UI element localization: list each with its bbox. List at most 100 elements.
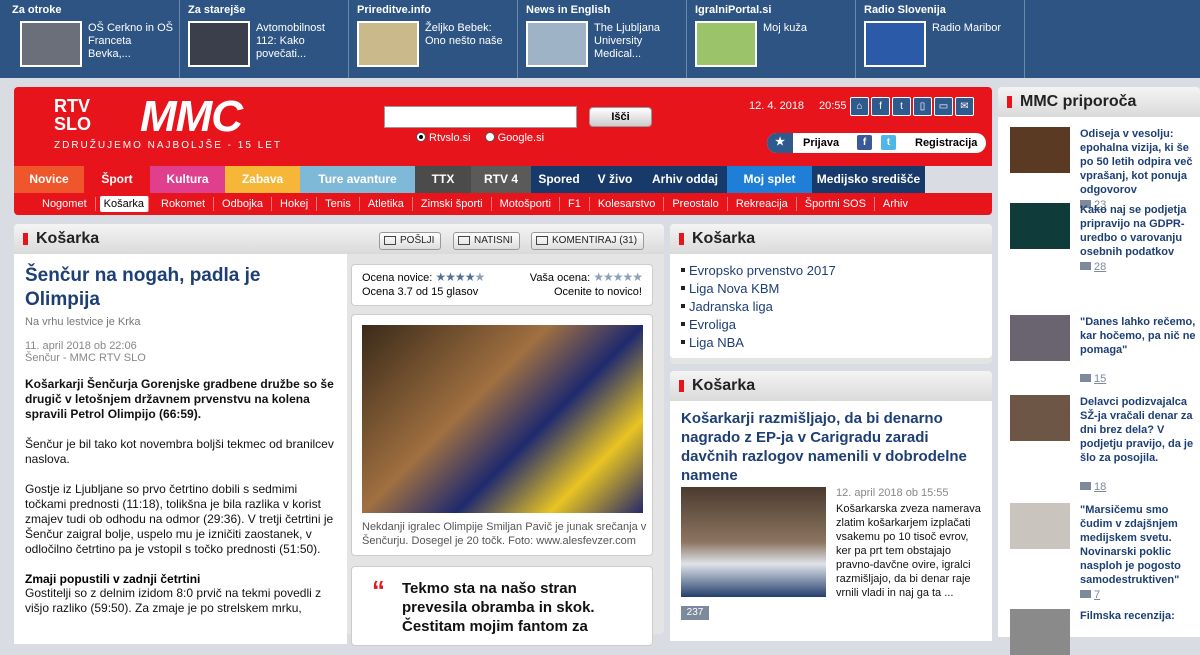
news-title[interactable]: Košarkarji razmišljajo, da bi denarno na… [681,409,981,485]
portal-item-text[interactable]: The Ljubljana University Medical... [594,22,682,61]
link-item[interactable]: Liga Nova KBM [681,280,981,298]
portal-item-text[interactable]: OŠ Cerkno in OŠ Franceta Bevka,... [88,22,176,61]
recommend-comment-count[interactable]: 7 [1080,589,1100,601]
news-photo[interactable] [681,487,826,597]
nav-item[interactable]: Šport [84,166,150,193]
portal-item[interactable]: News in English The Ljubljana University… [518,0,687,78]
subnav-item[interactable]: Tenis [317,197,360,211]
link-item[interactable]: Liga NBA [681,334,981,352]
portal-item[interactable]: Za otroke OŠ Cerkno in OŠ Franceta Bevka… [0,0,180,78]
portal-thumbnail[interactable] [526,21,588,67]
mmc-logo[interactable]: MMC [140,95,243,139]
portal-thumbnail[interactable] [864,21,926,67]
nav-item[interactable]: Kultura [150,166,225,193]
nav-item[interactable]: Novice [14,166,84,193]
nav-item[interactable]: Arhiv oddaj [643,166,727,193]
portal-item[interactable]: Prireditve.info Željko Bebek: Ono nešto … [349,0,518,78]
subnav-item[interactable]: Kolesarstvo [590,197,665,211]
send-button[interactable]: POŠLJI [379,232,442,250]
your-rating-stars[interactable]: ★★★★★ [593,270,643,284]
nav-item[interactable]: Ture avanture [300,166,415,193]
search-input[interactable] [384,106,577,128]
recommend-thumbnail[interactable] [1010,609,1070,655]
subnav-item[interactable]: Preostalo [664,197,728,211]
nav-item[interactable]: Moj splet [727,166,812,193]
recommend-comment-count[interactable]: 28 [1080,261,1106,273]
rtv-slo-logo[interactable]: RTV SLO [54,97,91,133]
portal-item-title[interactable]: Za otroke [12,4,179,19]
portal-thumbnail[interactable] [695,21,757,67]
subnav-item[interactable]: Športni SOS [797,197,875,211]
recommend-thumbnail[interactable] [1010,127,1070,173]
portal-item[interactable]: IgralniPortal.si Moj kuža [687,0,856,78]
home-icon[interactable]: ⌂ [850,97,869,116]
facebook-icon[interactable]: f [871,97,890,116]
facebook-login-icon[interactable]: f [857,135,872,150]
portal-item-title[interactable]: Prireditve.info [357,4,517,19]
portal-item[interactable]: Za starejše Avtomobilnost 112: Kako pove… [180,0,349,78]
search-button[interactable]: Išči [589,107,652,127]
recommend-comment-count[interactable]: 15 [1080,373,1106,385]
portal-thumbnail[interactable] [188,21,250,67]
recommend-title[interactable]: Delavci podizvajalca SŽ-ja vračali denar… [1080,395,1198,465]
comment-icon [1080,374,1091,382]
portal-thumbnail[interactable] [20,21,82,67]
portal-item-title[interactable]: IgralniPortal.si [695,4,855,19]
recommend-comment-count[interactable]: 18 [1080,481,1106,493]
subnav-item[interactable]: F1 [560,197,590,211]
recommend-title[interactable]: Odiseja v vesolju: epohalna vizija, ki š… [1080,127,1198,197]
portal-item-text[interactable]: Radio Maribor [932,22,1020,35]
login-link[interactable]: Prijava [803,137,839,149]
comment-count-badge[interactable]: 237 [681,606,709,620]
portal-item-text[interactable]: Željko Bebek: Ono nešto naše [425,22,513,48]
nav-item[interactable]: V živo [587,166,643,193]
portal-thumbnail[interactable] [357,21,419,67]
recommend-title[interactable]: "Danes lahko rečemo, kar hočemo, pa nič … [1080,315,1198,357]
link-item[interactable]: Evropsko prvenstvo 2017 [681,262,981,280]
print-button[interactable]: NATISNI [453,232,520,250]
twitter-login-icon[interactable]: t [881,135,896,150]
tv-icon[interactable]: ▭ [934,97,953,116]
article-photo[interactable] [362,325,643,513]
radio-rtvslo[interactable]: Rtvslo.si [416,132,471,144]
recommend-thumbnail[interactable] [1010,315,1070,361]
portal-item[interactable]: Radio Slovenija Radio Maribor [856,0,1025,78]
portal-item-title[interactable]: Za starejše [188,4,348,19]
subnav-item[interactable]: Arhiv [875,197,916,211]
radio-google[interactable]: Google.si [484,132,544,144]
recommend-thumbnail[interactable] [1010,503,1070,549]
subnav-item[interactable]: Zimski športi [413,197,492,211]
nav-item[interactable]: TTX [415,166,471,193]
nav-item[interactable]: Zabava [225,166,300,193]
twitter-icon[interactable]: t [892,97,911,116]
mobile-icon[interactable]: ▯ [913,97,932,116]
nav-item[interactable]: Medijsko središče [812,166,925,193]
recommend-title[interactable]: Filmska recenzija: [1080,609,1198,623]
recommend-thumbnail[interactable] [1010,203,1070,249]
subnav-item[interactable]: Rokomet [153,197,215,211]
register-link[interactable]: Registracija [915,137,977,149]
portal-item-text[interactable]: Avtomobilnost 112: Kako povečati... [256,22,344,61]
rate-prompt[interactable]: Ocenite to novico! [554,286,642,298]
recommend-thumbnail[interactable] [1010,395,1070,441]
subnav-item[interactable]: Rekreacija [728,197,797,211]
subnav-item[interactable]: Košarka [99,196,149,212]
comment-button[interactable]: KOMENTIRAJ (31) [531,232,645,250]
recommend-title[interactable]: Kako naj se podjetja pripravijo na GDPR-… [1080,203,1198,259]
nav-item[interactable]: Spored [531,166,587,193]
portal-item-text[interactable]: Moj kuža [763,22,851,35]
subnav-item[interactable]: Motošporti [492,197,560,211]
rating-stars: ★★★★★ [435,270,485,284]
recommend-title[interactable]: "Marsičemu smo čudim v zdajšnjem medijsk… [1080,503,1198,587]
portal-item-title[interactable]: News in English [526,4,686,19]
link-item[interactable]: Evroliga [681,316,981,334]
nav-item[interactable]: RTV 4 [471,166,531,193]
subnav-item[interactable]: Atletika [360,197,413,211]
portal-item-title[interactable]: Radio Slovenija [864,4,1024,19]
article-title: Šenčur na nogah, padla je Olimpija [25,265,261,310]
mail-icon[interactable]: ✉ [955,97,974,116]
subnav-item[interactable]: Nogomet [34,197,96,211]
subnav-item[interactable]: Odbojka [214,197,273,211]
subnav-item[interactable]: Hokej [272,197,318,211]
link-item[interactable]: Jadranska liga [681,298,981,316]
